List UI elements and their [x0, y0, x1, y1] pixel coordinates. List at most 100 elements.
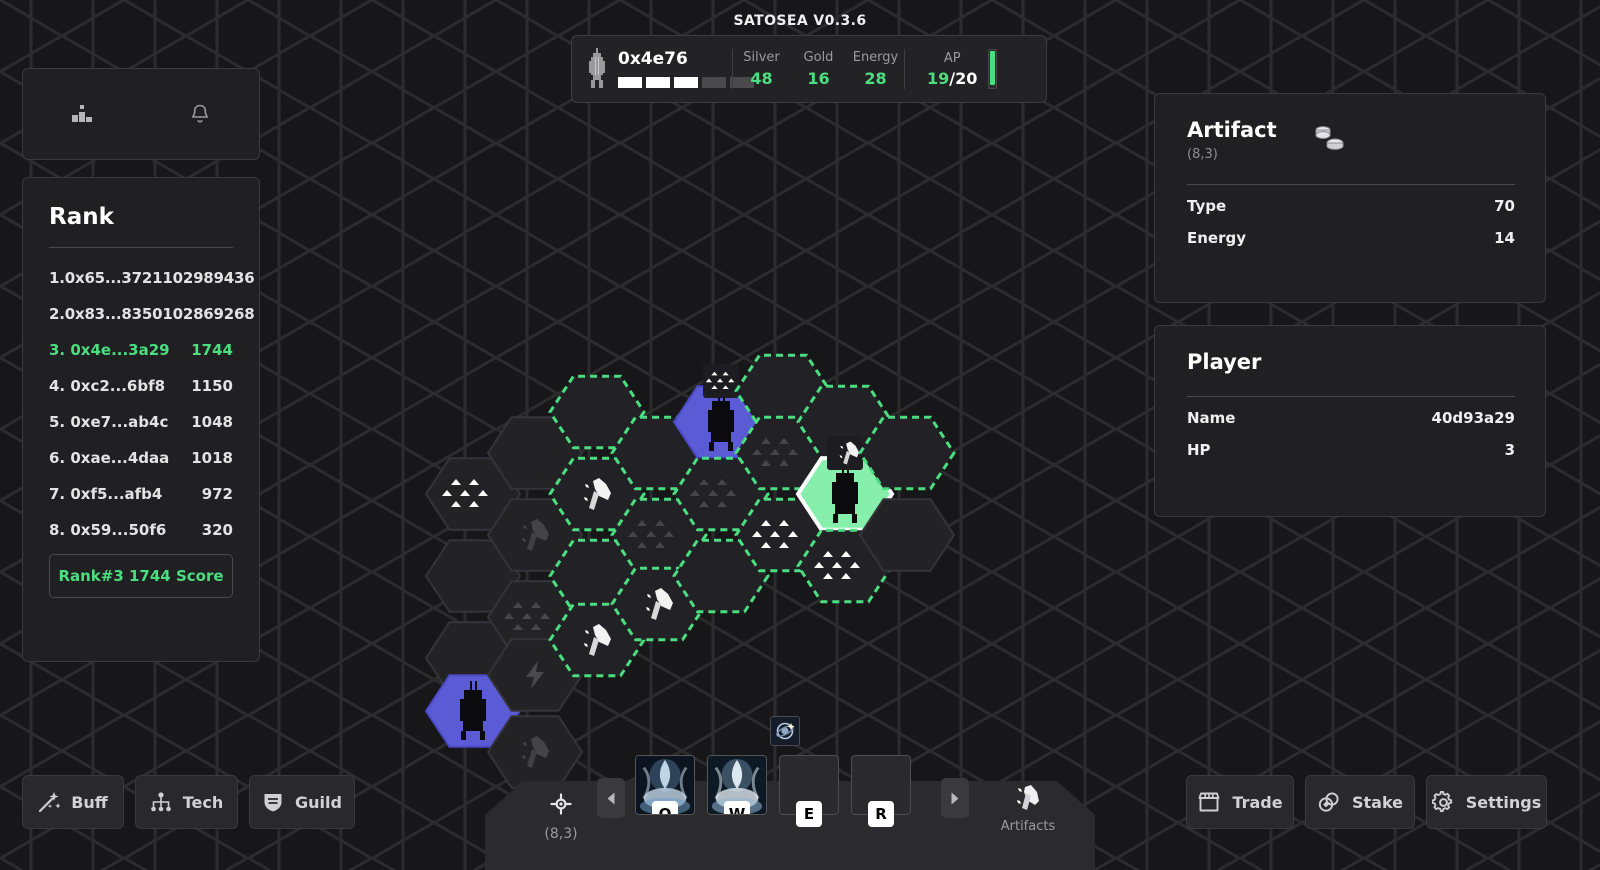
hud-stat-silver: Silver 48 [733, 50, 790, 88]
player-row: Name 40d93a29 [1187, 397, 1515, 433]
player-hud-bar: 0x4e76 Silver 48 Gold 16 Energy 28 AP 19/20 [571, 35, 1047, 103]
rank-row[interactable]: 5. 0xe7...ab4c 1048 [49, 404, 233, 440]
stat-label: Silver [743, 49, 780, 65]
stat-value: 48 [750, 69, 773, 89]
selected-coordinate: (8,3) [531, 793, 591, 842]
ability-slot-e[interactable]: E [779, 755, 839, 827]
action-bar: (8,3) Q W E R Artifacts [485, 755, 1095, 870]
ability-key-e: E [796, 801, 822, 827]
ability-slot-w[interactable]: W [707, 755, 767, 815]
rank-row[interactable]: 2.0x83...8350102869268 [49, 296, 255, 332]
pixel-ship-avatar [589, 48, 605, 88]
rank-entry-name: 6. 0xae...4daa [49, 449, 170, 467]
equipped-artifact-chip[interactable] [770, 716, 800, 746]
artifact-panel: Artifact (8,3) Type 70 Energy 14 [1154, 93, 1546, 303]
store-icon [1198, 792, 1220, 812]
rank-row[interactable]: 6. 0xae...4daa 1018 [49, 440, 233, 476]
artifact-value: 70 [1494, 197, 1515, 215]
coordinate-text: (8,3) [544, 826, 578, 842]
ability-slot-r[interactable]: R [851, 755, 911, 827]
ability-key-w: W [724, 801, 750, 814]
rank-entry-score: 320 [201, 521, 233, 539]
player-title: Player [1187, 350, 1262, 374]
artifact-title: Artifact [1187, 118, 1277, 142]
rank-entry-score: 1048 [191, 413, 233, 431]
artifact-key: Energy [1187, 229, 1247, 247]
rank-row[interactable]: 3. 0x4e...3a29 1744 [49, 332, 233, 368]
stake-button[interactable]: Stake [1305, 775, 1415, 829]
prev-page-button[interactable] [597, 778, 625, 818]
artifacts-label: Artifacts [1000, 819, 1056, 834]
hud-stat-gold: Gold 16 [790, 50, 847, 88]
rank-entry-score: 972 [201, 485, 233, 503]
ap-bar [988, 49, 998, 89]
hud-stat-energy: Energy 28 [847, 50, 904, 88]
hp-pip [618, 76, 642, 88]
rank-row[interactable]: 1.0x65...3721102989436 [49, 260, 255, 296]
rank-entry-name: 7. 0xf5...afb4 [49, 485, 163, 503]
topleft-icon-panel [22, 68, 260, 160]
rank-entry-name: 2.0x83...8350102869268 [49, 305, 255, 323]
buff-label: Buff [71, 792, 108, 812]
artifact-coords: (8,3) [1187, 147, 1218, 162]
page-title: SATOSEA V0.3.6 [733, 13, 867, 29]
player-panel: Player Name 40d93a29 HP 3 [1154, 325, 1546, 517]
leaderboard-podium-icon [72, 105, 92, 122]
artifact-key: Type [1187, 197, 1227, 215]
player-key: Name [1187, 409, 1236, 427]
rank-row[interactable]: 7. 0xf5...afb4 972 [49, 476, 233, 512]
rank-entry-name: 8. 0x59...50f6 [49, 521, 167, 539]
stat-label: Energy [852, 49, 899, 65]
hud-player-block: 0x4e76 [572, 36, 754, 102]
next-page-button[interactable] [941, 778, 969, 818]
ap-value: 19/20 [927, 68, 978, 88]
magic-wand-icon [39, 792, 61, 813]
chevron-left-icon [607, 792, 615, 804]
rank-entry-name: 4. 0xc2...6bf8 [49, 377, 166, 395]
silver-coins-stack-icon [1315, 126, 1344, 150]
rank-title: Rank [49, 204, 114, 230]
artifact-axe-icon [1017, 785, 1039, 810]
artifact-row: Energy 14 [1187, 221, 1515, 253]
ability-slot-q[interactable]: Q [635, 755, 695, 815]
player-value: 3 [1504, 441, 1515, 459]
gear-icon [1431, 790, 1452, 812]
guild-button[interactable]: Guild [249, 775, 355, 829]
stake-label: Stake [1351, 792, 1404, 812]
hp-pip [702, 76, 726, 88]
tech-button[interactable]: Tech [135, 775, 238, 829]
buff-button[interactable]: Buff [22, 775, 124, 829]
stat-label: Gold [803, 49, 834, 65]
trade-button[interactable]: Trade [1186, 775, 1294, 829]
settings-button[interactable]: Settings [1426, 775, 1547, 829]
tech-label: Tech [182, 792, 224, 812]
stat-value: 16 [807, 69, 830, 89]
rank-divider [49, 247, 233, 248]
rank-row[interactable]: 4. 0xc2...6bf8 1150 [49, 368, 233, 404]
orb-artifact-icon [776, 722, 795, 740]
tech-tree-icon [150, 792, 171, 812]
artifact-row: Type 70 [1187, 185, 1515, 221]
rank-entry-name: 3. 0x4e...3a29 [49, 341, 170, 359]
coins-overlap-icon [1318, 792, 1339, 812]
ap-label: AP [943, 50, 961, 66]
rank-entry-score: 1150 [191, 377, 233, 395]
rank-entry-name: 1.0x65...3721102989436 [49, 269, 255, 287]
artifacts-button[interactable]: Artifacts [985, 783, 1071, 834]
ability-key-q: Q [652, 801, 678, 814]
shield-icon [264, 794, 282, 812]
rank-entry-score: 1744 [191, 341, 233, 359]
settings-label: Settings [1465, 792, 1542, 812]
ability-slot-list: QWER [635, 755, 911, 827]
rank-row[interactable]: 8. 0x59...50f6 320 [49, 512, 233, 548]
artifact-value: 14 [1494, 229, 1515, 247]
player-value: 40d93a29 [1431, 409, 1515, 427]
guild-label: Guild [295, 792, 342, 812]
hud-stats: Silver 48 Gold 16 Energy 28 [733, 36, 904, 102]
ability-key-r: R [868, 801, 894, 827]
player-row: HP 3 [1187, 433, 1515, 465]
notifications-button[interactable] [141, 69, 259, 159]
hud-ap-block: AP 19/20 [905, 36, 998, 102]
chevron-right-icon [951, 792, 959, 804]
leaderboard-button[interactable] [23, 69, 141, 159]
